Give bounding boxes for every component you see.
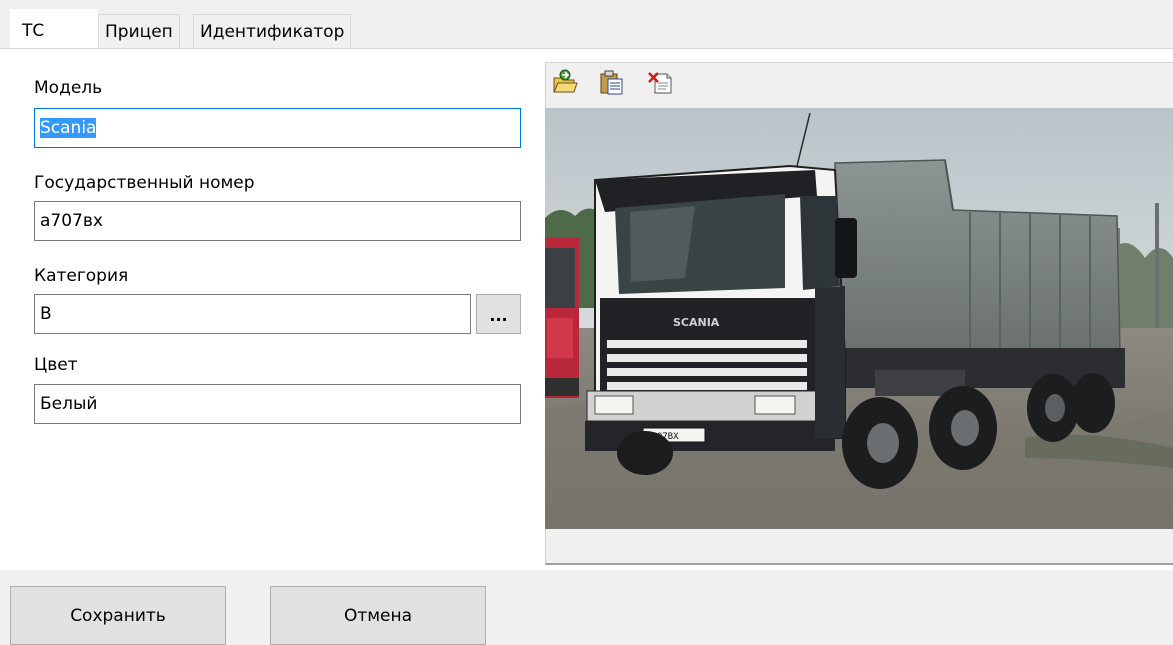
save-button[interactable]: Сохранить <box>10 586 226 645</box>
tab-bar: ТС Прицеп Идентификатор <box>0 0 1173 49</box>
cancel-button[interactable]: Отмена <box>270 586 486 645</box>
model-label: Модель <box>34 78 103 98</box>
color-field[interactable]: Белый <box>34 384 521 424</box>
truck-photo: SCANIA А707ВХ <box>545 108 1173 529</box>
tab-identifier[interactable]: Идентификатор <box>193 14 352 48</box>
plate-label: Государственный номер <box>34 173 255 193</box>
category-browse-button[interactable]: ... <box>476 294 521 334</box>
truck-grille-brand: SCANIA <box>673 316 720 329</box>
paste-icon[interactable] <box>599 68 625 96</box>
color-label: Цвет <box>34 355 78 375</box>
tab-ts[interactable]: ТС <box>10 9 98 49</box>
tab-trailer[interactable]: Прицеп <box>98 14 180 48</box>
plate-field[interactable]: а707вх <box>34 201 521 241</box>
model-field[interactable]: Scania <box>34 108 521 148</box>
delete-image-icon[interactable] <box>647 68 673 96</box>
model-value: Scania <box>40 118 97 138</box>
open-folder-icon[interactable] <box>552 68 578 96</box>
category-field[interactable]: В <box>34 294 471 334</box>
category-label: Категория <box>34 266 129 286</box>
